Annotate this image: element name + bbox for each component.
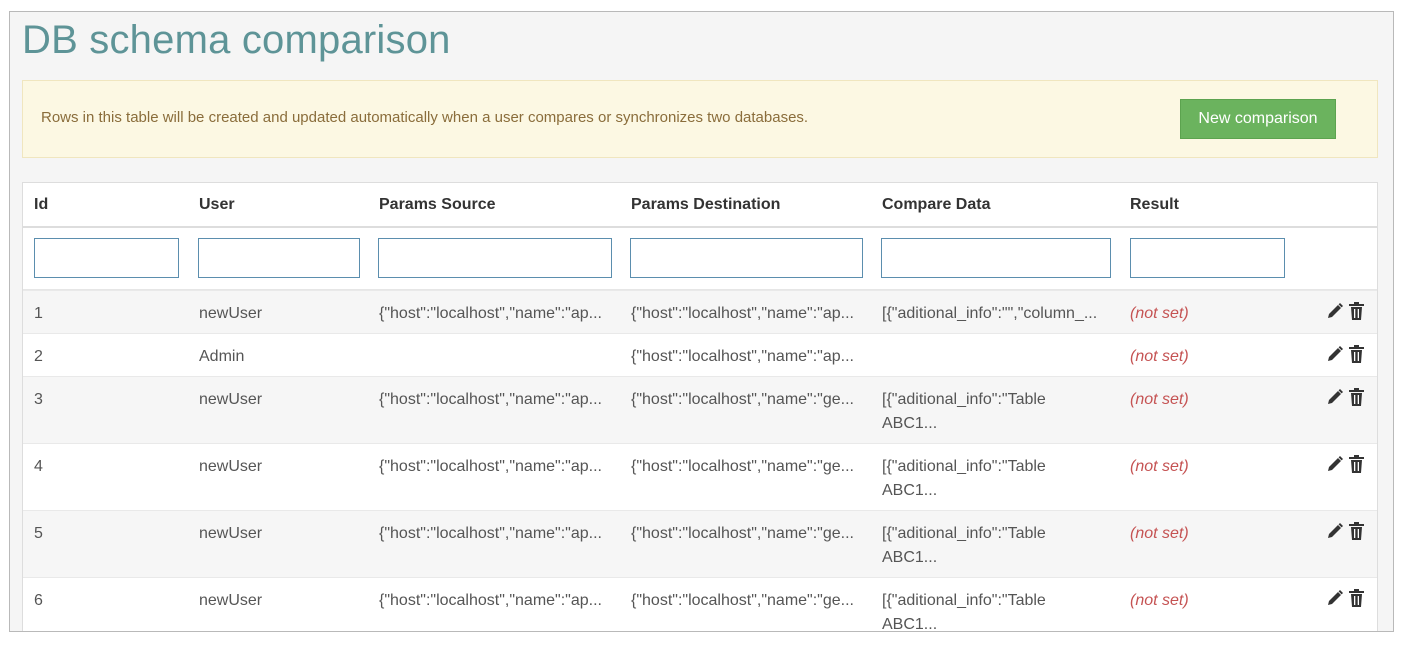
cell-user: Admin — [199, 348, 245, 365]
cell-params-destination: {"host":"localhost","name":"ge... — [631, 525, 854, 542]
trash-icon[interactable] — [1348, 387, 1365, 407]
pencil-icon[interactable] — [1326, 521, 1343, 541]
cell-compare-data: [{"aditional_info":"Table ABC1... — [882, 589, 1117, 632]
trash-icon[interactable] — [1348, 301, 1365, 321]
filter-compare-data-input[interactable] — [881, 238, 1111, 278]
table-row: 3 newUser {"host":"localhost","name":"ap… — [23, 376, 1377, 443]
row-actions — [1326, 301, 1365, 321]
cell-result: (not set) — [1130, 348, 1189, 365]
cell-result: (not set) — [1130, 525, 1189, 542]
row-actions — [1326, 454, 1365, 474]
trash-icon[interactable] — [1348, 344, 1365, 364]
new-comparison-button[interactable]: New comparison — [1180, 99, 1336, 139]
cell-id: 1 — [34, 305, 43, 322]
pencil-icon[interactable] — [1326, 454, 1343, 474]
cell-result: (not set) — [1130, 305, 1189, 322]
cell-compare-data: [{"aditional_info":"Table ABC1... — [882, 455, 1117, 503]
info-alert: Rows in this table will be created and u… — [22, 80, 1378, 158]
table-header-row: Id User Params Source Params Destination… — [23, 183, 1377, 228]
compare-line-2: ABC1... — [882, 482, 938, 499]
header-compare-data[interactable]: Compare Data — [882, 196, 990, 214]
cell-result: (not set) — [1130, 391, 1189, 408]
comparison-table: Id User Params Source Params Destination… — [22, 182, 1378, 632]
row-actions — [1326, 521, 1365, 541]
cell-compare-data: [{"aditional_info":"","column_... — [882, 305, 1098, 322]
compare-line-1: [{"aditional_info":"Table — [882, 391, 1046, 408]
cell-id: 4 — [34, 458, 43, 475]
filter-user-input[interactable] — [198, 238, 360, 278]
filter-params-source-input[interactable] — [378, 238, 612, 278]
cell-params-destination: {"host":"localhost","name":"ap... — [631, 305, 854, 322]
pencil-icon[interactable] — [1326, 387, 1343, 407]
header-id[interactable]: Id — [34, 196, 48, 214]
cell-user: newUser — [199, 592, 263, 609]
cell-params-destination: {"host":"localhost","name":"ge... — [631, 458, 854, 475]
row-actions — [1326, 588, 1365, 608]
table-row: 1 newUser {"host":"localhost","name":"ap… — [23, 290, 1377, 333]
row-actions — [1326, 387, 1365, 407]
compare-line-1: [{"aditional_info":"Table — [882, 525, 1046, 542]
cell-user: newUser — [199, 305, 263, 322]
cell-params-destination: {"host":"localhost","name":"ge... — [631, 391, 854, 408]
header-result[interactable]: Result — [1130, 196, 1179, 214]
compare-line-2: ABC1... — [882, 549, 938, 566]
filter-id-input[interactable] — [34, 238, 179, 278]
cell-user: newUser — [199, 458, 263, 475]
cell-result: (not set) — [1130, 592, 1189, 609]
filter-row — [23, 228, 1377, 290]
trash-icon[interactable] — [1348, 588, 1365, 608]
trash-icon[interactable] — [1348, 454, 1365, 474]
compare-line-2: ABC1... — [882, 415, 938, 432]
info-message: Rows in this table will be created and u… — [41, 109, 809, 126]
cell-params-destination: {"host":"localhost","name":"ap... — [631, 348, 854, 365]
cell-id: 3 — [34, 391, 43, 408]
table-row: 4 newUser {"host":"localhost","name":"ap… — [23, 443, 1377, 510]
header-user[interactable]: User — [199, 196, 235, 214]
header-params-destination[interactable]: Params Destination — [631, 196, 780, 214]
pencil-icon[interactable] — [1326, 588, 1343, 608]
cell-params-source: {"host":"localhost","name":"ap... — [379, 391, 602, 408]
app-frame: DB schema comparison Rows in this table … — [9, 11, 1394, 632]
header-params-source[interactable]: Params Source — [379, 196, 496, 214]
compare-line-1: [{"aditional_info":"Table — [882, 592, 1046, 609]
table-row: 2 Admin {"host":"localhost","name":"ap..… — [23, 333, 1377, 376]
table-row: 6 newUser {"host":"localhost","name":"ap… — [23, 577, 1377, 632]
cell-compare-data: [{"aditional_info":"Table ABC1... — [882, 388, 1117, 436]
cell-id: 2 — [34, 348, 43, 365]
compare-line-2: ABC1... — [882, 616, 938, 632]
table-row: 5 newUser {"host":"localhost","name":"ap… — [23, 510, 1377, 577]
pencil-icon[interactable] — [1326, 301, 1343, 321]
cell-id: 5 — [34, 525, 43, 542]
filter-params-destination-input[interactable] — [630, 238, 863, 278]
trash-icon[interactable] — [1348, 521, 1365, 541]
cell-user: newUser — [199, 391, 263, 408]
page-title: DB schema comparison — [22, 18, 451, 62]
cell-params-source: {"host":"localhost","name":"ap... — [379, 525, 602, 542]
cell-id: 6 — [34, 592, 43, 609]
pencil-icon[interactable] — [1326, 344, 1343, 364]
cell-compare-data: [{"aditional_info":"Table ABC1... — [882, 522, 1117, 570]
cell-params-destination: {"host":"localhost","name":"ge... — [631, 592, 854, 609]
cell-result: (not set) — [1130, 458, 1189, 475]
cell-user: newUser — [199, 525, 263, 542]
row-actions — [1326, 344, 1365, 364]
filter-result-input[interactable] — [1130, 238, 1285, 278]
cell-params-source: {"host":"localhost","name":"ap... — [379, 458, 602, 475]
cell-params-source: {"host":"localhost","name":"ap... — [379, 592, 602, 609]
compare-line-1: [{"aditional_info":"Table — [882, 458, 1046, 475]
cell-params-source: {"host":"localhost","name":"ap... — [379, 305, 602, 322]
